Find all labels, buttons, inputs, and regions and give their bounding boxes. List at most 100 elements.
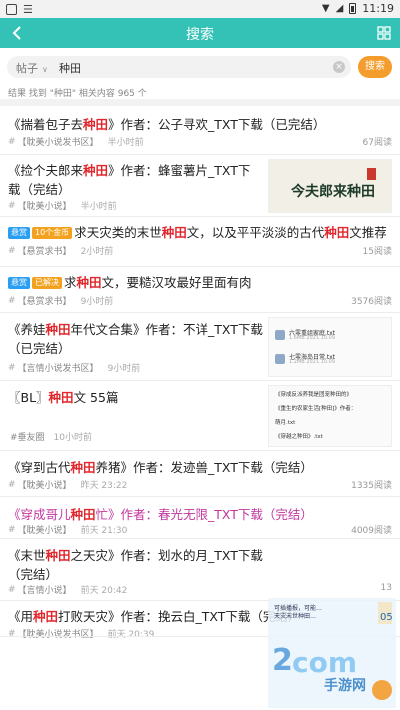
- post-time: 前天 20:42: [80, 586, 128, 596]
- post-meta: # 【耽美小说发书区】 前天 20:39: [8, 627, 154, 641]
- status-time: 11:19: [362, 2, 394, 15]
- post-title[interactable]: 悬赏 10个金币 求天灾类的末世种田文，以及平平淡淡的古代种田文推荐: [8, 223, 390, 242]
- post-title[interactable]: 《穿到古代种田养猪》作者：发迹兽_TXT下载（完结）: [8, 458, 390, 477]
- read-count: 67阅读: [362, 138, 392, 148]
- post-time: 前天 21:30: [80, 526, 128, 536]
- search-input[interactable]: 帖子 ∨ 种田 ×: [7, 56, 351, 78]
- read-count: 13: [380, 583, 392, 593]
- title-text: 》作者：公子寻欢_TXT下载（已完结）: [108, 117, 326, 132]
- search-query[interactable]: 种田: [59, 60, 81, 76]
- title-text: 文 55篇: [73, 390, 119, 405]
- title-text: 养猪》作者：发迹兽_TXT下载（完结）: [95, 460, 313, 475]
- document-line: 《穿成反派养我是团宠种田的》: [275, 392, 353, 398]
- post-category[interactable]: 【言情小说发书区】: [18, 361, 99, 374]
- wifi-icon: ▼: [321, 3, 330, 14]
- title-text: 《捡个夫郎来: [8, 163, 84, 178]
- post-title[interactable]: 悬赏 已解决 求种田文，要糙汉攻最好里面有肉: [8, 273, 390, 292]
- post-meta: # 【言情小说】 前天 20:42: [8, 583, 128, 597]
- watermark-logo: 可插播报，可能… 天灾末世种田… 05 2 com 手游网: [268, 598, 396, 708]
- post-item[interactable]: 《捡个夫郎来种田》作者：蜂蜜薯片_TXT下载（完结）#【耽美小说】半小时前159…: [0, 155, 400, 217]
- keyword-highlight: 种田: [83, 117, 109, 132]
- post-title[interactable]: 《捡个夫郎来种田》作者：蜂蜜薯片_TXT下载（完结）: [8, 161, 260, 199]
- post-item[interactable]: 《穿到古代种田养猪》作者：发迹兽_TXT下载（完结） # 【耽美小说】 昨天 23:2…: [0, 451, 400, 497]
- post-category[interactable]: 【悬赏求书】: [18, 244, 72, 257]
- post-time: 2小时前: [80, 247, 114, 257]
- post-time: 9小时前: [107, 364, 141, 374]
- post-title[interactable]: 《养娃种田年代文合集》作者：不详_TXT下载（已完结）: [8, 320, 266, 358]
- post-item[interactable]: 《末世种田之天灾》作者：划水的月_TXT下载（完结） # 【言情小说】 前天 20:4…: [0, 539, 400, 601]
- post-category[interactable]: 【耽美小说发书区】: [18, 627, 99, 640]
- clear-icon[interactable]: ×: [333, 61, 345, 73]
- post-time: 半小时前: [107, 138, 144, 148]
- post-category[interactable]: #垂友圈: [10, 430, 45, 443]
- post-category[interactable]: 【言情小说】: [18, 583, 72, 596]
- keyword-highlight: 种田: [161, 225, 187, 240]
- post-category[interactable]: 【耽美小说发书区】: [18, 135, 99, 148]
- battery-icon: [349, 3, 357, 14]
- keyword-highlight: 种田: [76, 275, 102, 290]
- app-notification-icon: ☰: [23, 3, 33, 16]
- post-meta: # 【耽美小说】 昨天 23:22: [8, 478, 127, 492]
- cover-title: 今夫郎来种田: [290, 183, 375, 200]
- chevron-down-icon: ∨: [42, 65, 48, 74]
- post-time: 10小时前: [53, 433, 92, 443]
- post-time: 9小时前: [80, 297, 114, 307]
- post-time: 半小时前: [80, 202, 117, 212]
- keyword-highlight: 种田: [324, 225, 350, 240]
- status-badge: 已解决: [32, 277, 62, 289]
- title-text: 求: [64, 275, 77, 290]
- search-button[interactable]: 搜索: [358, 56, 392, 78]
- post-category[interactable]: 【耽美小说】: [18, 478, 72, 491]
- read-count: 15阅读: [362, 247, 392, 257]
- title-text: 《末世: [8, 548, 46, 563]
- file-icon: [275, 354, 285, 364]
- result-summary: 结果 找到 "种田" 相关内容 965 个: [8, 89, 147, 99]
- post-item[interactable]: 《穿成哥儿种田忙》作者：春光无限_TXT下载（完结） # 【耽美小说】 前天 21:3…: [0, 497, 400, 539]
- document-line: 《穿越之种田》.txt: [275, 434, 323, 440]
- file-row: 七零海岛日常.txt 1.2MB 2021.10.09: [275, 352, 385, 366]
- post-category[interactable]: 【耽美小说】: [18, 199, 72, 212]
- post-title[interactable]: 《末世种田之天灾》作者：划水的月_TXT下载（完结）: [8, 546, 266, 584]
- post-title[interactable]: 《穿成哥儿种田忙》作者：春光无限_TXT下载（完结）: [8, 505, 390, 524]
- post-category[interactable]: 【耽美小说】: [18, 523, 72, 536]
- file-row: 六零重组家庭.txt 1.6MB 2021.10.09: [275, 328, 385, 342]
- document-line: 萌月.txt: [275, 420, 296, 426]
- file-icon: [275, 330, 285, 340]
- svg-text:手游网: 手游网: [324, 677, 366, 694]
- post-category[interactable]: 【悬赏求书】: [18, 294, 72, 307]
- post-item[interactable]: 〖BL〗种田文 55篇#垂友圈10小时前2426阅读《穿成反派养我是团宠种田的》…: [0, 381, 400, 451]
- post-item[interactable]: 《养娃种田年代文合集》作者：不详_TXT下载（已完结） # 【言情小说发书区】 9小时…: [0, 313, 400, 381]
- keyword-highlight: 种田: [33, 609, 59, 624]
- hash-icon: #: [8, 584, 16, 595]
- search-scope-dropdown[interactable]: 帖子 ∨: [16, 60, 48, 76]
- app-header: 搜索: [0, 18, 400, 48]
- title-text: 《穿成哥儿: [8, 507, 71, 522]
- title-text: 文，以及平平淡淡的古代: [186, 225, 325, 240]
- grid-icon[interactable]: [377, 26, 391, 40]
- title-text: 忙》作者：春光无限_TXT下载（完结）: [95, 507, 313, 522]
- svg-text:05: 05: [380, 612, 393, 623]
- post-item[interactable]: 《揣着包子去种田》作者：公子寻欢_TXT下载（已完结） # 【耽美小说发书区】 半小时…: [0, 107, 400, 155]
- bounty-badge: 悬赏: [8, 227, 30, 239]
- file-list-preview[interactable]: 六零重组家庭.txt 1.6MB 2021.10.09 七零海岛日常.txt 1.2M…: [268, 317, 392, 377]
- svg-text:天灾末世种田…: 天灾末世种田…: [274, 612, 316, 620]
- svg-text:com: com: [292, 646, 357, 679]
- document-preview[interactable]: 《穿成反派养我是团宠种田的》 《重生的农家生活[种田]》作者： 萌月.txt 《…: [268, 385, 392, 447]
- title-text: 文，要糙汉攻最好里面有肉: [101, 275, 252, 290]
- post-meta: # 【耽美小说发书区】 半小时前: [8, 135, 144, 149]
- title-text: 打败天灾》作者：挽云白_TXT下载（完结）: [58, 609, 301, 624]
- title-text: 《用: [8, 609, 34, 624]
- post-title[interactable]: 《揣着包子去种田》作者：公子寻欢_TXT下载（已完结）: [8, 115, 390, 134]
- hash-icon: #: [8, 200, 16, 211]
- post-item[interactable]: 悬赏 已解决 求种田文，要糙汉攻最好里面有肉 # 【悬赏求书】 9小时前 3576阅读: [0, 267, 400, 313]
- divider: [0, 99, 400, 106]
- post-title[interactable]: 〖BL〗种田文 55篇: [8, 388, 258, 407]
- title-text: 〖BL〗: [8, 390, 49, 405]
- hash-icon: #: [8, 628, 16, 639]
- post-item[interactable]: 悬赏 10个金币 求天灾类的末世种田文，以及平平淡淡的古代种田文推荐 # 【悬赏求书】 2…: [0, 217, 400, 267]
- cover-art: 今夫郎来种田: [269, 160, 391, 212]
- book-cover-image[interactable]: 今夫郎来种田: [268, 159, 392, 213]
- read-count: 4009阅读: [351, 526, 392, 536]
- post-meta: # 【言情小说发书区】 9小时前: [8, 361, 141, 375]
- title-text: 文推荐: [349, 225, 387, 240]
